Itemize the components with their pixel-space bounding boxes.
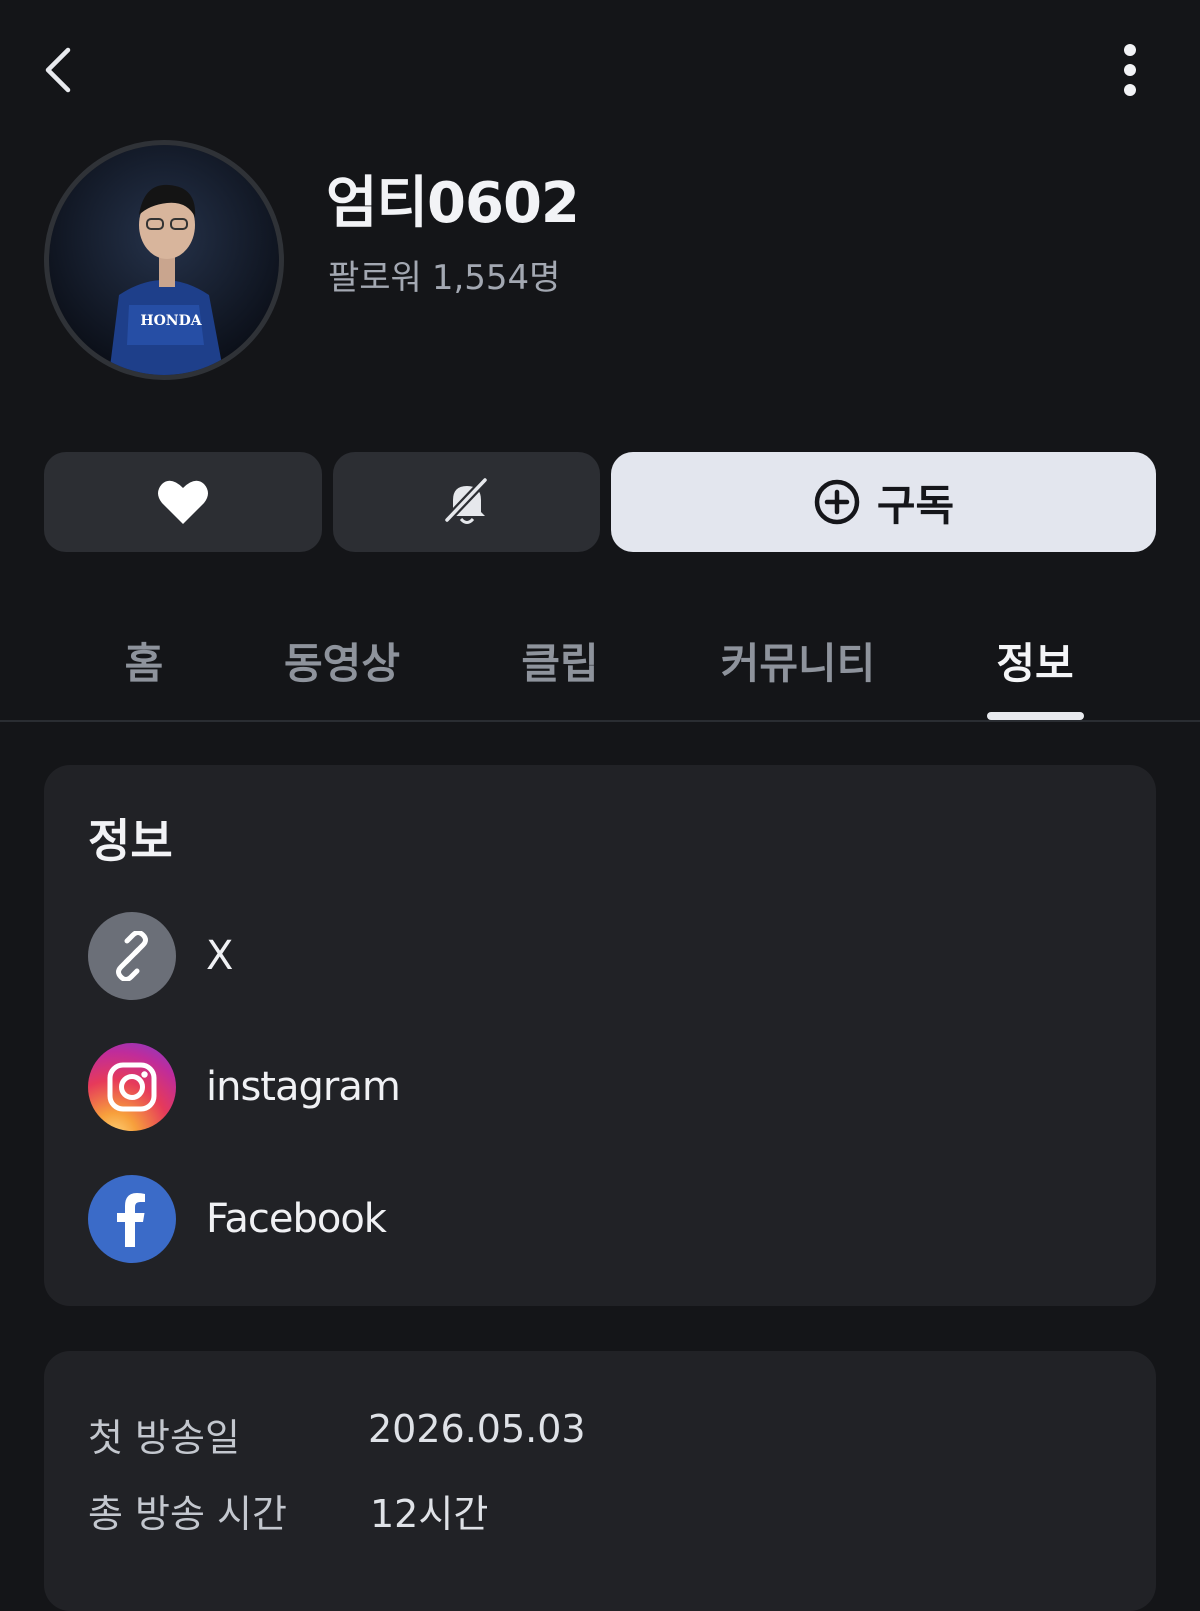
- plus-circle-icon: [814, 479, 860, 525]
- svg-text:HONDA: HONDA: [140, 313, 202, 329]
- followers-label: 팔로워: [328, 258, 422, 298]
- link-facebook[interactable]: Facebook: [88, 1174, 387, 1264]
- profile-photo: HONDA: [49, 145, 279, 375]
- like-button[interactable]: [44, 452, 322, 552]
- subscribe-label: 구독: [876, 480, 955, 530]
- tab-info[interactable]: 정보: [996, 630, 1073, 691]
- top-bar: [0, 0, 1200, 140]
- total-broadcast-time-value: 12시간: [370, 1492, 489, 1536]
- info-card: 정보 X instagram Facebook: [44, 765, 1156, 1306]
- link-label: instagram: [206, 1064, 401, 1110]
- chevron-left-icon: [45, 47, 71, 93]
- more-vertical-icon: [1124, 44, 1136, 96]
- broadcast-stats-card: 첫 방송일 2026.05.03 총 방송 시간 12시간: [44, 1351, 1156, 1611]
- first-broadcast-value: 2026.05.03: [368, 1407, 586, 1451]
- follower-count: 팔로워 1,554명: [328, 250, 570, 299]
- active-tab-indicator: [987, 712, 1084, 720]
- instagram-icon: [88, 1043, 176, 1131]
- heart-icon: [158, 480, 208, 524]
- facebook-icon: [88, 1175, 176, 1263]
- first-broadcast-label: 첫 방송일: [88, 1416, 240, 1460]
- link-instagram[interactable]: instagram: [88, 1042, 401, 1132]
- total-broadcast-time-label: 총 방송 시간: [88, 1492, 287, 1536]
- back-button[interactable]: [30, 40, 90, 100]
- channel-tabs: 홈 동영상 클립 커뮤니티 정보: [0, 610, 1200, 722]
- tab-videos[interactable]: 동영상: [284, 630, 400, 691]
- link-x[interactable]: X: [88, 911, 233, 1001]
- notification-toggle-button[interactable]: [333, 452, 600, 552]
- followers-value: 1,554명: [431, 258, 561, 298]
- tab-home[interactable]: 홈: [125, 630, 164, 691]
- link-label: X: [206, 933, 233, 979]
- avatar[interactable]: HONDA: [44, 140, 284, 380]
- subscribe-button[interactable]: 구독: [611, 452, 1156, 552]
- link-label: Facebook: [206, 1196, 387, 1242]
- link-icon: [88, 912, 176, 1000]
- bell-off-icon: [443, 477, 488, 524]
- info-section-title: 정보: [88, 814, 173, 868]
- more-options-button[interactable]: [1100, 40, 1160, 100]
- channel-name: 엄티0602: [326, 171, 580, 236]
- tab-community[interactable]: 커뮤니티: [721, 630, 876, 691]
- tab-clips[interactable]: 클립: [521, 630, 598, 691]
